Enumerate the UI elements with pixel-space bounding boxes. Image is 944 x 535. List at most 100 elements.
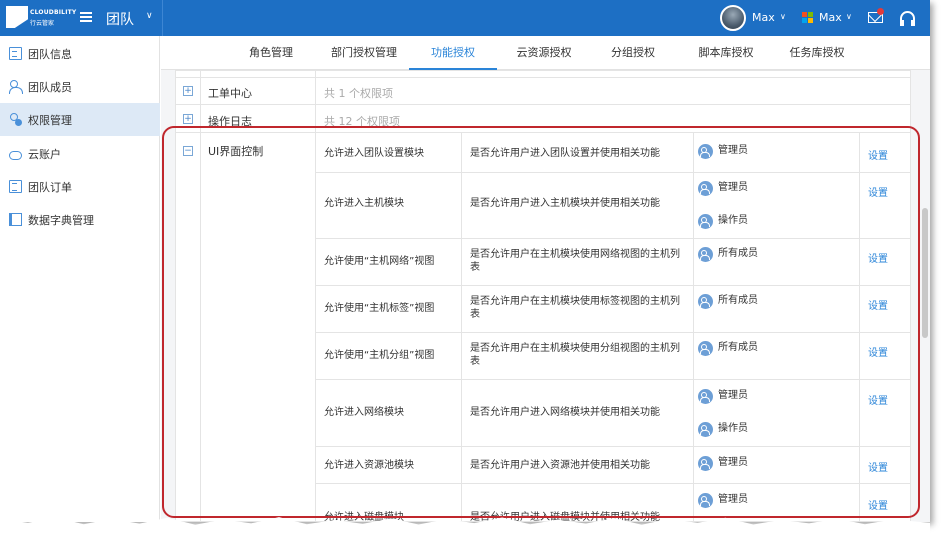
permission-description: 是否允许用户进入资源池并使用相关功能	[470, 460, 650, 471]
sidebar-item-label: 云账户	[28, 147, 61, 161]
divider	[315, 172, 910, 173]
permission-name: 允许进入团队设置模块	[324, 148, 424, 159]
set-link[interactable]: 设置	[868, 392, 888, 407]
document-icon	[9, 47, 22, 60]
group-name: 操作日志	[208, 115, 252, 128]
set-link[interactable]: 设置	[868, 344, 888, 359]
logo-mark	[6, 6, 28, 28]
user-group-icon	[698, 455, 713, 471]
tab-role-management[interactable]: 角色管理	[245, 36, 297, 70]
set-link[interactable]: 设置	[868, 184, 888, 199]
divider	[315, 483, 910, 484]
role-tag: 管理员	[698, 492, 748, 508]
sidebar-item-permissions[interactable]: 权限管理	[0, 103, 160, 136]
permission-name: 允许使用“主机网络”视图	[324, 256, 435, 267]
user-group-icon	[698, 180, 713, 196]
expand-icon[interactable]: +	[183, 114, 193, 124]
sidebar-item-label: 团队订单	[28, 180, 72, 194]
expand-icon[interactable]: +	[183, 86, 193, 96]
user-group-icon	[698, 246, 713, 262]
set-link[interactable]: 设置	[868, 147, 888, 162]
permission-name: 允许进入网络模块	[324, 407, 404, 418]
divider	[176, 132, 910, 133]
sidebar-item-label: 团队成员	[28, 80, 72, 94]
user-group-icon	[698, 143, 713, 159]
sidebar-item-label: 权限管理	[28, 113, 72, 127]
app-window: CLOUDBILITY 行云管家 团队 ∨ Max ∨ Max ∨ 团队信息 团…	[0, 0, 930, 522]
permission-name: 允许进入资源池模块	[324, 460, 414, 471]
tab-task-library-auth[interactable]: 任务库授权	[789, 36, 845, 70]
permission-icon	[9, 113, 22, 126]
collapse-icon[interactable]: −	[183, 146, 193, 156]
user-group-icon	[698, 492, 713, 508]
divider	[315, 332, 910, 333]
divider	[461, 132, 462, 521]
cloud-icon	[9, 150, 22, 160]
sidebar-item-data-dictionary[interactable]: 数据字典管理	[0, 203, 160, 236]
set-link[interactable]: 设置	[868, 459, 888, 474]
divider	[859, 132, 860, 521]
user-group-icon	[698, 213, 713, 229]
vertical-scrollbar[interactable]	[920, 70, 930, 522]
tab-bar: 角色管理 部门授权管理 功能授权 云资源授权 分组授权 脚本库授权 任务库授权	[161, 36, 930, 70]
tab-group-auth[interactable]: 分组授权	[610, 36, 656, 70]
set-link[interactable]: 设置	[868, 297, 888, 312]
avatar[interactable]	[720, 5, 746, 31]
user-group-icon	[698, 293, 713, 309]
chevron-down-icon[interactable]: ∨	[780, 12, 786, 21]
book-icon	[9, 213, 22, 226]
divider	[176, 104, 910, 105]
user-group-icon	[698, 421, 713, 437]
set-link[interactable]: 设置	[868, 497, 888, 512]
sidebar-item-team-members[interactable]: 团队成员	[0, 70, 160, 103]
permission-description: 是否允许用户进入主机模块并使用相关功能	[470, 198, 660, 209]
main-content: + 工单中心 共 1 个权限项 + 操作日志 共 12 个权限项 − UI界面控…	[161, 70, 930, 522]
role-tag: 管理员	[698, 143, 748, 159]
tab-cloud-resource-auth[interactable]: 云资源授权	[515, 36, 573, 70]
role-tag: 管理员	[698, 180, 748, 196]
app-logo[interactable]: CLOUDBILITY 行云管家	[6, 6, 77, 30]
headset-icon[interactable]	[900, 11, 915, 26]
group-count: 共 1 个权限项	[324, 87, 393, 100]
menu-icon[interactable]	[80, 12, 92, 22]
windows-icon[interactable]	[802, 12, 814, 24]
permission-description: 是否允许用户在主机模块使用分组视图的主机列表	[470, 343, 680, 367]
tab-script-library-auth[interactable]: 脚本库授权	[698, 36, 754, 70]
user-menu-name[interactable]: Max	[752, 11, 775, 24]
role-tag: 管理员	[698, 455, 748, 471]
role-tag: 所有成员	[698, 340, 758, 356]
role-tag: 管理员	[698, 388, 748, 404]
divider	[315, 379, 910, 380]
divider	[200, 71, 201, 521]
permission-name: 允许使用“主机分组”视图	[324, 350, 435, 361]
divider	[315, 71, 316, 521]
tab-department-auth[interactable]: 部门授权管理	[329, 36, 399, 70]
user-group-icon	[698, 388, 713, 404]
sidebar-item-team-orders[interactable]: 团队订单	[0, 170, 160, 203]
permission-description: 是否允许用户进入网络模块并使用相关功能	[470, 407, 660, 418]
order-icon	[9, 180, 22, 193]
logo-text: CLOUDBILITY	[30, 9, 77, 16]
role-tag: 操作员	[698, 421, 748, 437]
sidebar-item-label: 团队信息	[28, 47, 72, 61]
chevron-down-icon[interactable]: ∨	[146, 11, 153, 21]
tab-function-auth[interactable]: 功能授权	[409, 36, 497, 70]
permission-name: 允许进入主机模块	[324, 198, 404, 209]
chevron-down-icon[interactable]: ∨	[846, 12, 852, 21]
notification-dot	[877, 8, 884, 15]
scrollbar-thumb[interactable]	[922, 208, 928, 338]
permission-description: 是否允许用户在主机模块使用网络视图的主机列表	[470, 249, 680, 273]
divider	[315, 446, 910, 447]
users-icon	[9, 80, 23, 94]
group-name: 工单中心	[208, 87, 252, 100]
team-title[interactable]: 团队	[106, 9, 134, 29]
divider	[176, 77, 910, 78]
permission-description: 是否允许用户在主机模块使用标签视图的主机列表	[470, 296, 680, 320]
sidebar-item-cloud-account[interactable]: 云账户	[0, 137, 160, 170]
sidebar-item-team-info[interactable]: 团队信息	[0, 37, 160, 70]
permission-name: 允许使用“主机标签”视图	[324, 303, 435, 314]
set-link[interactable]: 设置	[868, 250, 888, 265]
account-menu-name[interactable]: Max	[819, 11, 842, 24]
role-tag: 操作员	[698, 213, 748, 229]
top-bar: CLOUDBILITY 行云管家 团队 ∨ Max ∨ Max ∨	[0, 0, 930, 36]
